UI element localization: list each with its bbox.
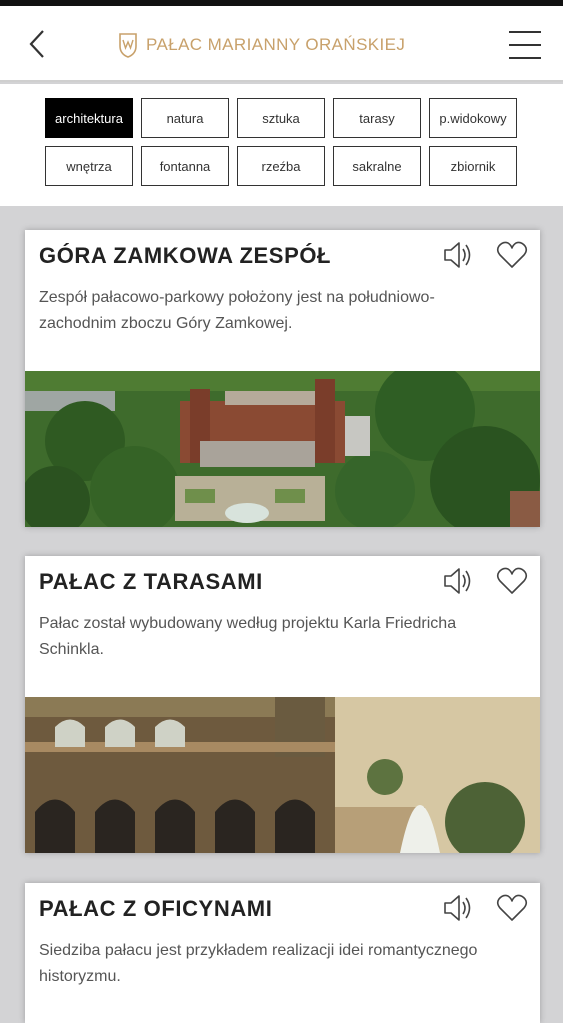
- attraction-card[interactable]: PAŁAC Z TARASAMI Pałac został wybudowany…: [25, 556, 540, 853]
- filter-chip-zbiornik[interactable]: zbiornik: [429, 146, 517, 186]
- filter-chip-sakralne[interactable]: sakralne: [333, 146, 421, 186]
- crest-icon: [119, 33, 137, 58]
- filter-chip-architektura[interactable]: architektura: [45, 98, 133, 138]
- filter-chip-rzeźba[interactable]: rzeźba: [237, 146, 325, 186]
- filter-chip-p-widokowy[interactable]: p.widokowy: [429, 98, 517, 138]
- hamburger-menu-icon: [509, 44, 541, 46]
- speaker-icon: [444, 242, 471, 268]
- favorite-button[interactable]: [495, 891, 529, 925]
- audio-button[interactable]: [440, 238, 474, 272]
- favorite-button[interactable]: [495, 238, 529, 272]
- card-description: Siedziba pałacu jest przykładem realizac…: [39, 942, 478, 985]
- app-header: PAŁAC MARIANNY ORAŃSKIEJ: [0, 6, 563, 82]
- heart-icon: [496, 241, 528, 268]
- card-description: Pałac został wybudowany według projektu …: [39, 615, 457, 658]
- speaker-icon: [444, 568, 471, 594]
- filter-chip-tarasy[interactable]: tarasy: [333, 98, 421, 138]
- card-title: PAŁAC Z OFICYNAMI: [39, 896, 273, 921]
- attraction-card[interactable]: PAŁAC Z OFICYNAMI Siedziba pałacu jest p…: [25, 883, 540, 1023]
- back-button[interactable]: [22, 26, 52, 62]
- heart-icon: [496, 894, 528, 921]
- filter-chip-wnętrza[interactable]: wnętrza: [45, 146, 133, 186]
- category-filters: architektura natura sztuka tarasy p.widokowy…: [0, 84, 563, 206]
- app-title: PAŁAC MARIANNY ORAŃSKIEJ: [146, 35, 406, 54]
- aerial-palace-photo: [25, 371, 540, 527]
- filter-chip-fontanna[interactable]: fontanna: [141, 146, 229, 186]
- attractions-feed[interactable]: GÓRA ZAMKOWA ZESPÓŁ Zespół pałacowo-park…: [0, 206, 563, 1023]
- chevron-left-icon: [29, 30, 44, 58]
- favorite-button[interactable]: [495, 564, 529, 598]
- filter-grid: architektura natura sztuka tarasy p.widokowy…: [45, 98, 517, 186]
- filter-chip-sztuka[interactable]: sztuka: [237, 98, 325, 138]
- card-description: Zespół pałacowo-parkowy położony jest na…: [39, 289, 435, 332]
- menu-button[interactable]: [508, 28, 542, 62]
- audio-button[interactable]: [440, 891, 474, 925]
- speaker-icon: [444, 895, 471, 921]
- filter-chip-natura[interactable]: natura: [141, 98, 229, 138]
- hamburger-menu-icon: [509, 57, 541, 59]
- card-title: PAŁAC Z TARASAMI: [39, 569, 263, 594]
- audio-button[interactable]: [440, 564, 474, 598]
- card-image: [25, 371, 540, 527]
- card-title: GÓRA ZAMKOWA ZESPÓŁ: [39, 243, 332, 268]
- app-title-group: PAŁAC MARIANNY ORAŃSKIEJ: [118, 30, 405, 60]
- palace-terraces-postcard: [25, 697, 540, 853]
- card-image: [25, 697, 540, 853]
- attraction-card[interactable]: GÓRA ZAMKOWA ZESPÓŁ Zespół pałacowo-park…: [25, 230, 540, 527]
- heart-icon: [496, 567, 528, 594]
- hamburger-menu-icon: [509, 31, 541, 33]
